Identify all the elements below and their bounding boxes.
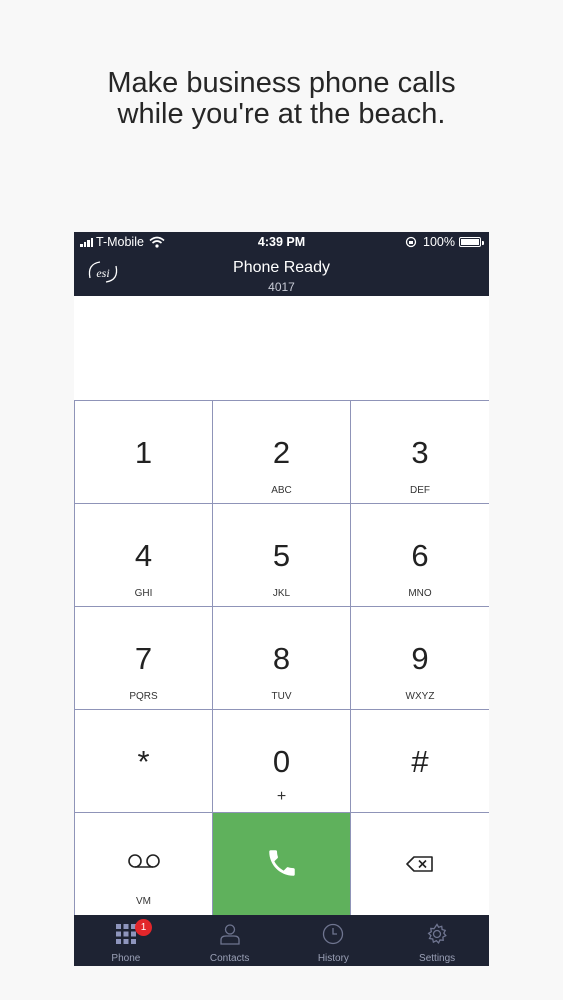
key-letters: DEF <box>410 485 430 496</box>
extension-number: 4017 <box>268 280 295 294</box>
key-0[interactable]: 0 + <box>213 710 351 813</box>
backspace-icon <box>406 856 433 872</box>
key-9[interactable]: 9 WXYZ <box>351 607 489 710</box>
tab-phone[interactable]: 1 Phone <box>74 915 178 966</box>
key-digit: 8 <box>272 641 291 676</box>
key-star[interactable]: * <box>75 710 213 813</box>
status-bar: T-Mobile 4:39 PM 100% <box>74 232 489 252</box>
notification-badge: 1 <box>135 919 152 936</box>
key-digit: 4 <box>134 538 153 573</box>
tab-history[interactable]: History <box>282 915 386 966</box>
key-letters: + <box>276 788 287 805</box>
voicemail-icon <box>127 854 160 868</box>
key-2[interactable]: 2 ABC <box>213 401 351 504</box>
key-digit: 2 <box>272 435 291 470</box>
key-digit: 1 <box>134 435 153 470</box>
key-digit: 7 <box>134 641 153 676</box>
tab-label: History <box>317 953 349 964</box>
key-letters: MNO <box>408 588 432 599</box>
tab-bar: 1 Phone Contacts History Settings <box>74 915 489 966</box>
key-digit: # <box>411 744 429 779</box>
clock-icon <box>323 923 344 945</box>
key-hash[interactable]: # <box>351 710 489 813</box>
key-digit: 0 <box>272 744 291 779</box>
tab-label: Contacts <box>209 953 250 964</box>
battery-label: 100% <box>423 235 455 249</box>
key-3[interactable]: 3 DEF <box>351 401 489 504</box>
key-4[interactable]: 4 GHI <box>75 504 213 607</box>
key-letters: JKL <box>272 588 291 599</box>
key-5[interactable]: 5 JKL <box>213 504 351 607</box>
dial-display[interactable] <box>74 296 489 400</box>
battery-icon <box>459 237 484 247</box>
gear-icon <box>427 923 447 944</box>
headline-line-1: Make business phone calls <box>107 67 456 99</box>
backspace-button[interactable] <box>351 813 489 916</box>
headline-line-2: while you're at the beach. <box>117 98 446 130</box>
key-digit: 5 <box>272 538 291 573</box>
key-digit: 6 <box>411 538 429 573</box>
tab-settings[interactable]: Settings <box>385 915 489 966</box>
tab-label: Phone <box>111 953 141 964</box>
rotation-lock-icon <box>405 236 417 248</box>
call-button[interactable] <box>213 813 351 916</box>
key-letters: GHI <box>134 588 153 599</box>
voicemail-button[interactable]: VM <box>75 813 213 916</box>
key-6[interactable]: 6 MNO <box>351 504 489 607</box>
keypad-icon <box>115 924 136 944</box>
tab-label: Settings <box>419 953 456 964</box>
headline: Make business phone calls while you're a… <box>0 68 563 130</box>
key-letters: PQRS <box>129 691 158 702</box>
phone-icon <box>268 850 295 876</box>
key-7[interactable]: 7 PQRS <box>75 607 213 710</box>
key-digit: 9 <box>411 641 429 676</box>
keypad: 1 2 ABC 3 DEF 4 GHI 5 JKL 6 MNO 7 PQRS 8… <box>74 400 489 916</box>
key-8[interactable]: 8 TUV <box>213 607 351 710</box>
voicemail-label: VM <box>136 896 151 907</box>
key-digit: 3 <box>411 435 429 470</box>
key-digit: * <box>137 744 150 779</box>
person-icon <box>219 924 240 945</box>
key-letters: ABC <box>271 485 292 496</box>
phone-screen: T-Mobile 4:39 PM 100% esi Phone Ready 40… <box>74 232 489 966</box>
key-letters: WXYZ <box>405 691 435 702</box>
page-title: Phone Ready <box>233 259 330 276</box>
key-letters: TUV <box>271 691 292 702</box>
tab-contacts[interactable]: Contacts <box>178 915 282 966</box>
key-1[interactable]: 1 <box>75 401 213 504</box>
app-header: T-Mobile 4:39 PM 100% esi Phone Ready 40… <box>74 232 489 296</box>
